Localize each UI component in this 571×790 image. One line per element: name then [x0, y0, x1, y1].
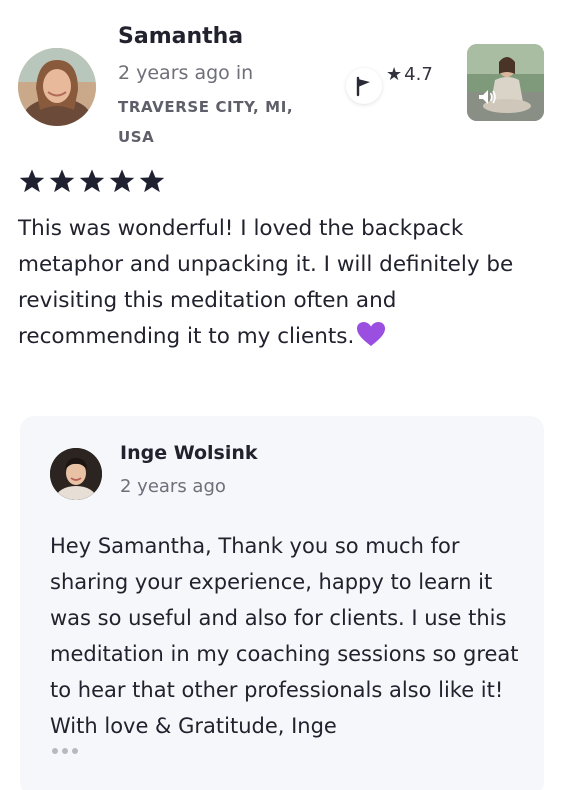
star-icon — [79, 169, 105, 193]
author-avatar[interactable] — [50, 448, 102, 500]
star-icon — [19, 169, 45, 193]
author-name[interactable]: Inge Wolsink — [120, 442, 258, 464]
review-time: 2 years ago in — [118, 62, 254, 84]
star-icon — [139, 169, 165, 193]
flag-icon — [356, 76, 370, 97]
dot — [52, 748, 58, 754]
author-reply-card: Inge Wolsink 2 years ago Hey Samantha, T… — [20, 416, 544, 790]
rating-value: 4.7 — [404, 64, 433, 85]
review-text: This was wonderful! I loved the backpack… — [18, 211, 538, 355]
reply-text: Hey Samantha, Thank you so much for shar… — [50, 534, 519, 738]
dot — [62, 748, 68, 754]
purple-heart-icon — [357, 322, 386, 346]
report-button[interactable] — [346, 68, 382, 104]
reviewer-name[interactable]: Samantha — [118, 24, 243, 49]
meditation-thumbnail[interactable] — [467, 44, 544, 121]
more-dots-icon[interactable] — [52, 748, 78, 754]
review-header: Samantha 2 years ago in TRAVERSE CITY, M… — [0, 0, 571, 150]
dot — [72, 748, 78, 754]
star-icon: ★ — [386, 64, 403, 85]
review-stars — [18, 168, 166, 194]
reply-time: 2 years ago — [120, 476, 226, 497]
reviewer-avatar[interactable] — [18, 48, 96, 126]
review-body-text: This was wonderful! I loved the backpack… — [18, 216, 514, 349]
content-rating: ★ 4.7 — [386, 64, 433, 85]
star-icon — [49, 169, 75, 193]
star-icon — [109, 169, 135, 193]
review-location: TRAVERSE CITY, MI, USA — [118, 98, 294, 146]
